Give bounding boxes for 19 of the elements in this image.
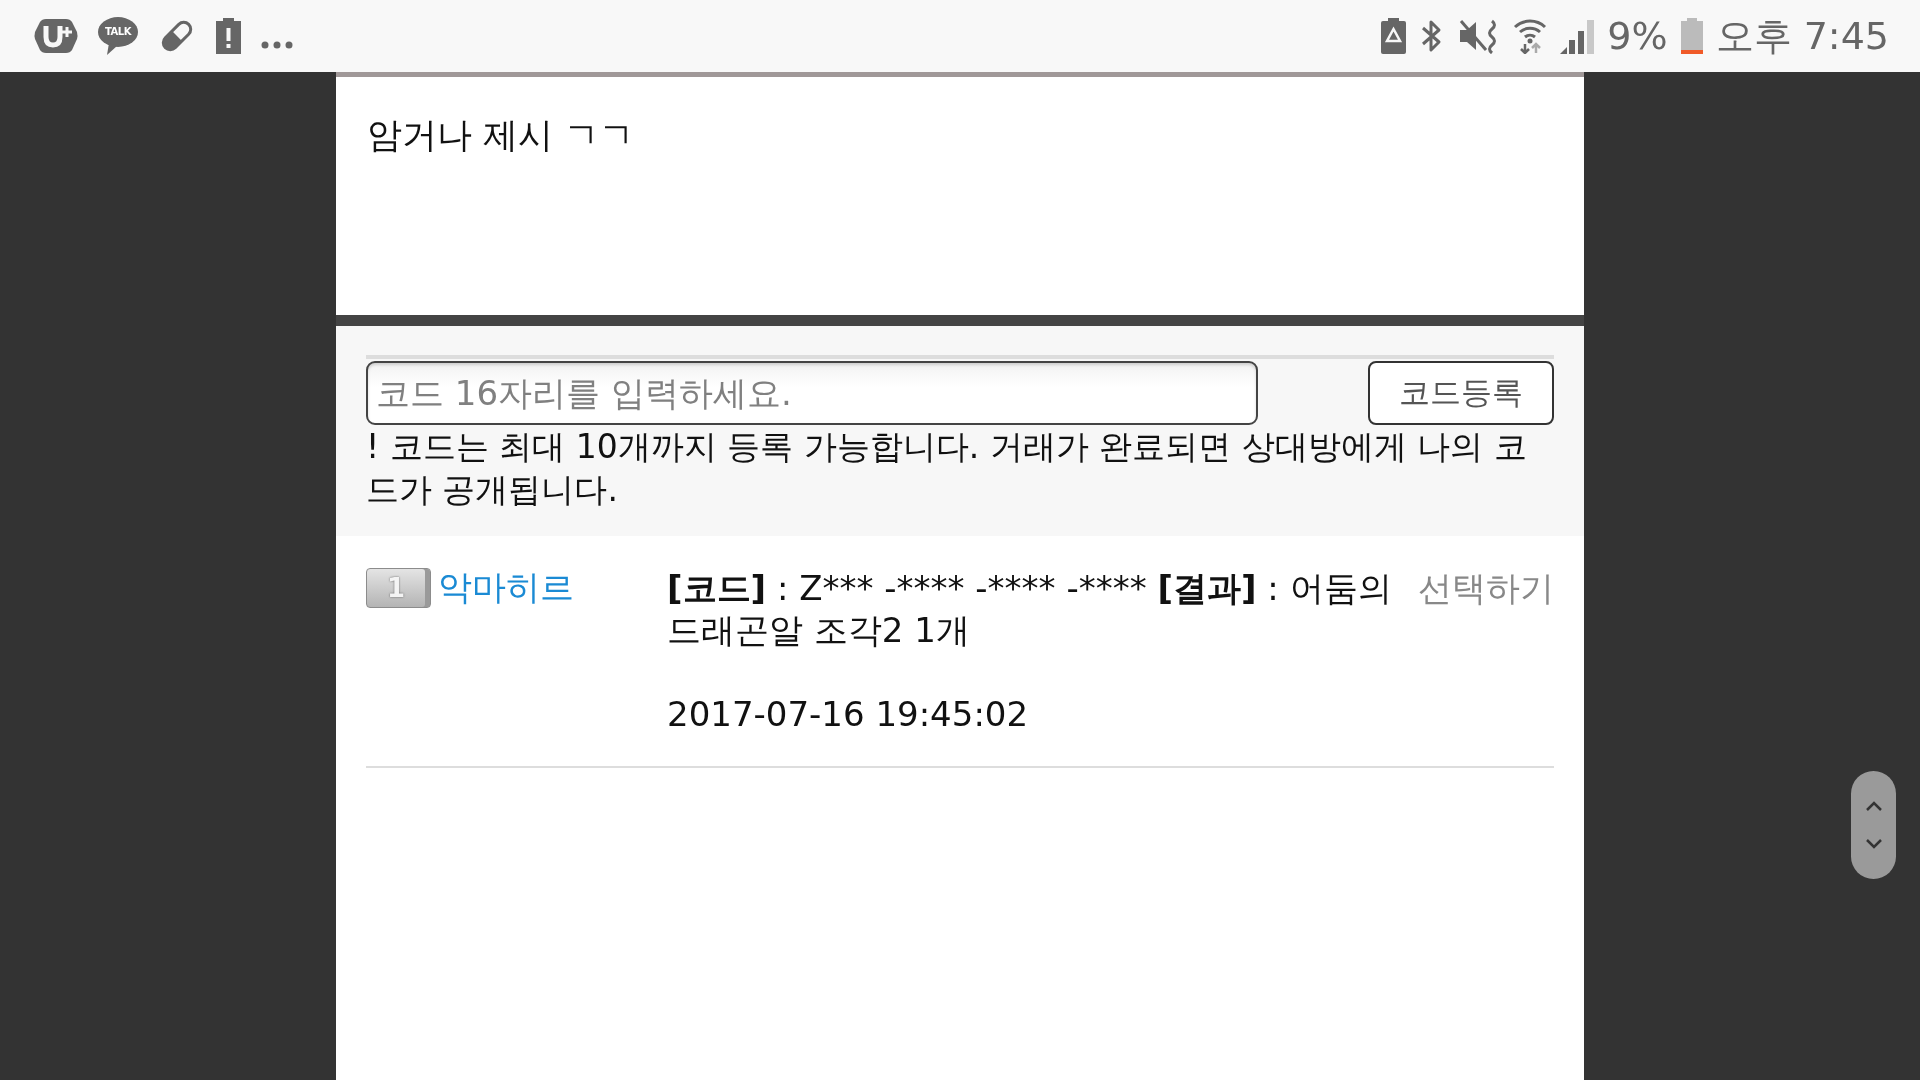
chat-app-label: TALK [104,26,133,38]
app-logo-icon [34,18,78,54]
code-notice: ! 코드는 최대 10개까지 등록 가능합니다. 거래가 완료되면 상대방에게 나의 코드가 공개됩니다. [366,426,1528,511]
chevron-down-icon[interactable] [1865,839,1882,849]
user-link[interactable]: 악마히르 [438,565,574,611]
battery-icon [1680,18,1703,54]
chevron-up-icon[interactable] [1865,801,1882,811]
battery-percent: 9% [1607,17,1668,55]
signal-bars-icon [1560,18,1595,54]
code-input[interactable]: 코드 16자리를 입력하세요. [366,361,1258,425]
post-body: 암거나 제시 ㄱㄱ [367,114,636,157]
wifi-icon [1513,18,1548,54]
register-code-button[interactable]: 코드등록 [1368,361,1554,425]
clock-time: 오후 7:45 [1715,17,1889,55]
entry-timestamp: 2017-07-16 19:45:02 [667,693,1030,735]
scroll-handle[interactable] [1851,771,1896,879]
battery-alert-icon [216,18,241,54]
more-dots-icon [261,41,293,49]
speech-bubble-icon [98,17,138,55]
